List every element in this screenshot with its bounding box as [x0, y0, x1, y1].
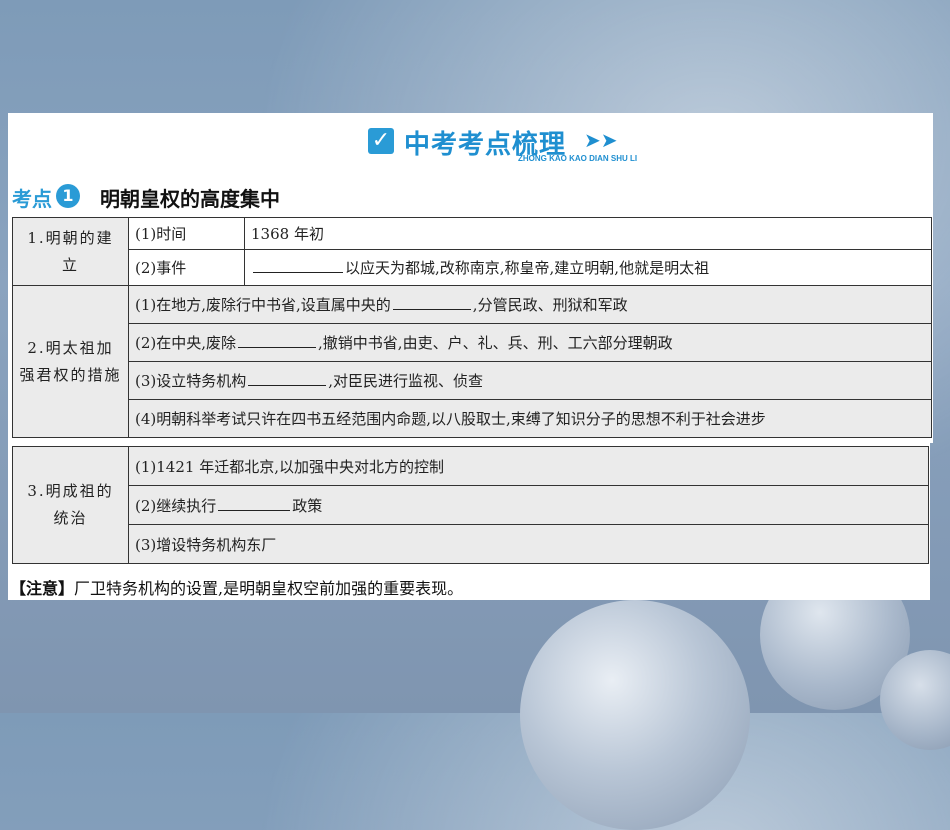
- row-text: (3)设立特务机构: [135, 372, 247, 390]
- fill-blank: [238, 333, 317, 348]
- measure-row-local: (1)在地方,废除行中书省,设直属中央的 ,分管民政、刑狱和军政: [128, 285, 932, 324]
- row-key-time: (1)时间: [128, 217, 245, 250]
- knowledge-table-bottom: 3.明成祖的统治 (1)1421 年迁都北京,以加强中央对北方的控制 (2)继续…: [12, 446, 929, 564]
- row-text: ,撤销中书省,由吏、户、礼、兵、刑、工六部分理朝政: [318, 334, 673, 352]
- section-label-measures: 2.明太祖加强君权的措施: [12, 285, 129, 438]
- row-text: (2)继续执行: [135, 496, 217, 515]
- measure-row-exam: (4)明朝科举考试只许在四书五经范围内命题,以八股取士,束缚了知识分子的思想不利…: [128, 399, 932, 438]
- background-bubble: [520, 600, 750, 830]
- topic-tag: 考点: [12, 187, 52, 211]
- note-line: 【注意】厂卫特务机构的设置,是明朝皇权空前加强的重要表现。: [10, 575, 463, 599]
- section-label-founding: 1.明朝的建立: [12, 217, 129, 286]
- chengzu-row-capital: (1)1421 年迁都北京,以加强中央对北方的控制: [128, 446, 929, 486]
- double-arrow-icon: ➤➤: [584, 128, 618, 152]
- measure-row-secret-agency: (3)设立特务机构 ,对臣民进行监视、侦查: [128, 361, 932, 400]
- topic-number-badge: 1: [56, 184, 80, 208]
- row-value-event: 以应天为都城,改称南京,称皇帝,建立明朝,他就是明太祖: [244, 249, 932, 286]
- chengzu-row-dongchang: (3)增设特务机构东厂: [128, 524, 929, 564]
- row-text: ,对臣民进行监视、侦查: [328, 372, 484, 390]
- row-text: 以应天为都城,改称南京,称皇帝,建立明朝,他就是明太祖: [345, 259, 710, 277]
- row-value-time: 1368 年初: [244, 217, 932, 250]
- row-text: ,分管民政、刑狱和军政: [472, 296, 628, 314]
- row-text: (1)在地方,废除行中书省,设直属中央的: [135, 296, 391, 314]
- fill-blank: [253, 258, 343, 273]
- check-icon: ✓: [368, 128, 394, 154]
- row-key-event: (2)事件: [128, 249, 245, 286]
- fill-blank: [218, 496, 291, 511]
- section-label-chengzu: 3.明成祖的统治: [12, 446, 129, 564]
- chengzu-row-policy: (2)继续执行 政策: [128, 485, 929, 525]
- note-text: 厂卫特务机构的设置,是明朝皇权空前加强的重要表现。: [74, 579, 464, 598]
- section-pinyin: ZHONG KAO KAO DIAN SHU LI: [518, 154, 638, 163]
- note-tag: 【注意】: [10, 579, 75, 598]
- row-text: 政策: [292, 496, 323, 515]
- measure-row-central: (2)在中央,废除 ,撤销中书省,由吏、户、礼、兵、刑、工六部分理朝政: [128, 323, 932, 362]
- fill-blank: [248, 371, 327, 386]
- fill-blank: [392, 295, 471, 310]
- section-header: ✓ 中考考点梳理 ➤➤ ZHONG KAO KAO DIAN SHU LI: [360, 120, 660, 170]
- row-text: (2)在中央,废除: [135, 334, 237, 352]
- topic-title: 明朝皇权的高度集中: [100, 187, 280, 211]
- knowledge-table-top: 1.明朝的建立 (1)时间 1368 年初 (2)事件 以应天为都城,改称南京,…: [12, 217, 932, 438]
